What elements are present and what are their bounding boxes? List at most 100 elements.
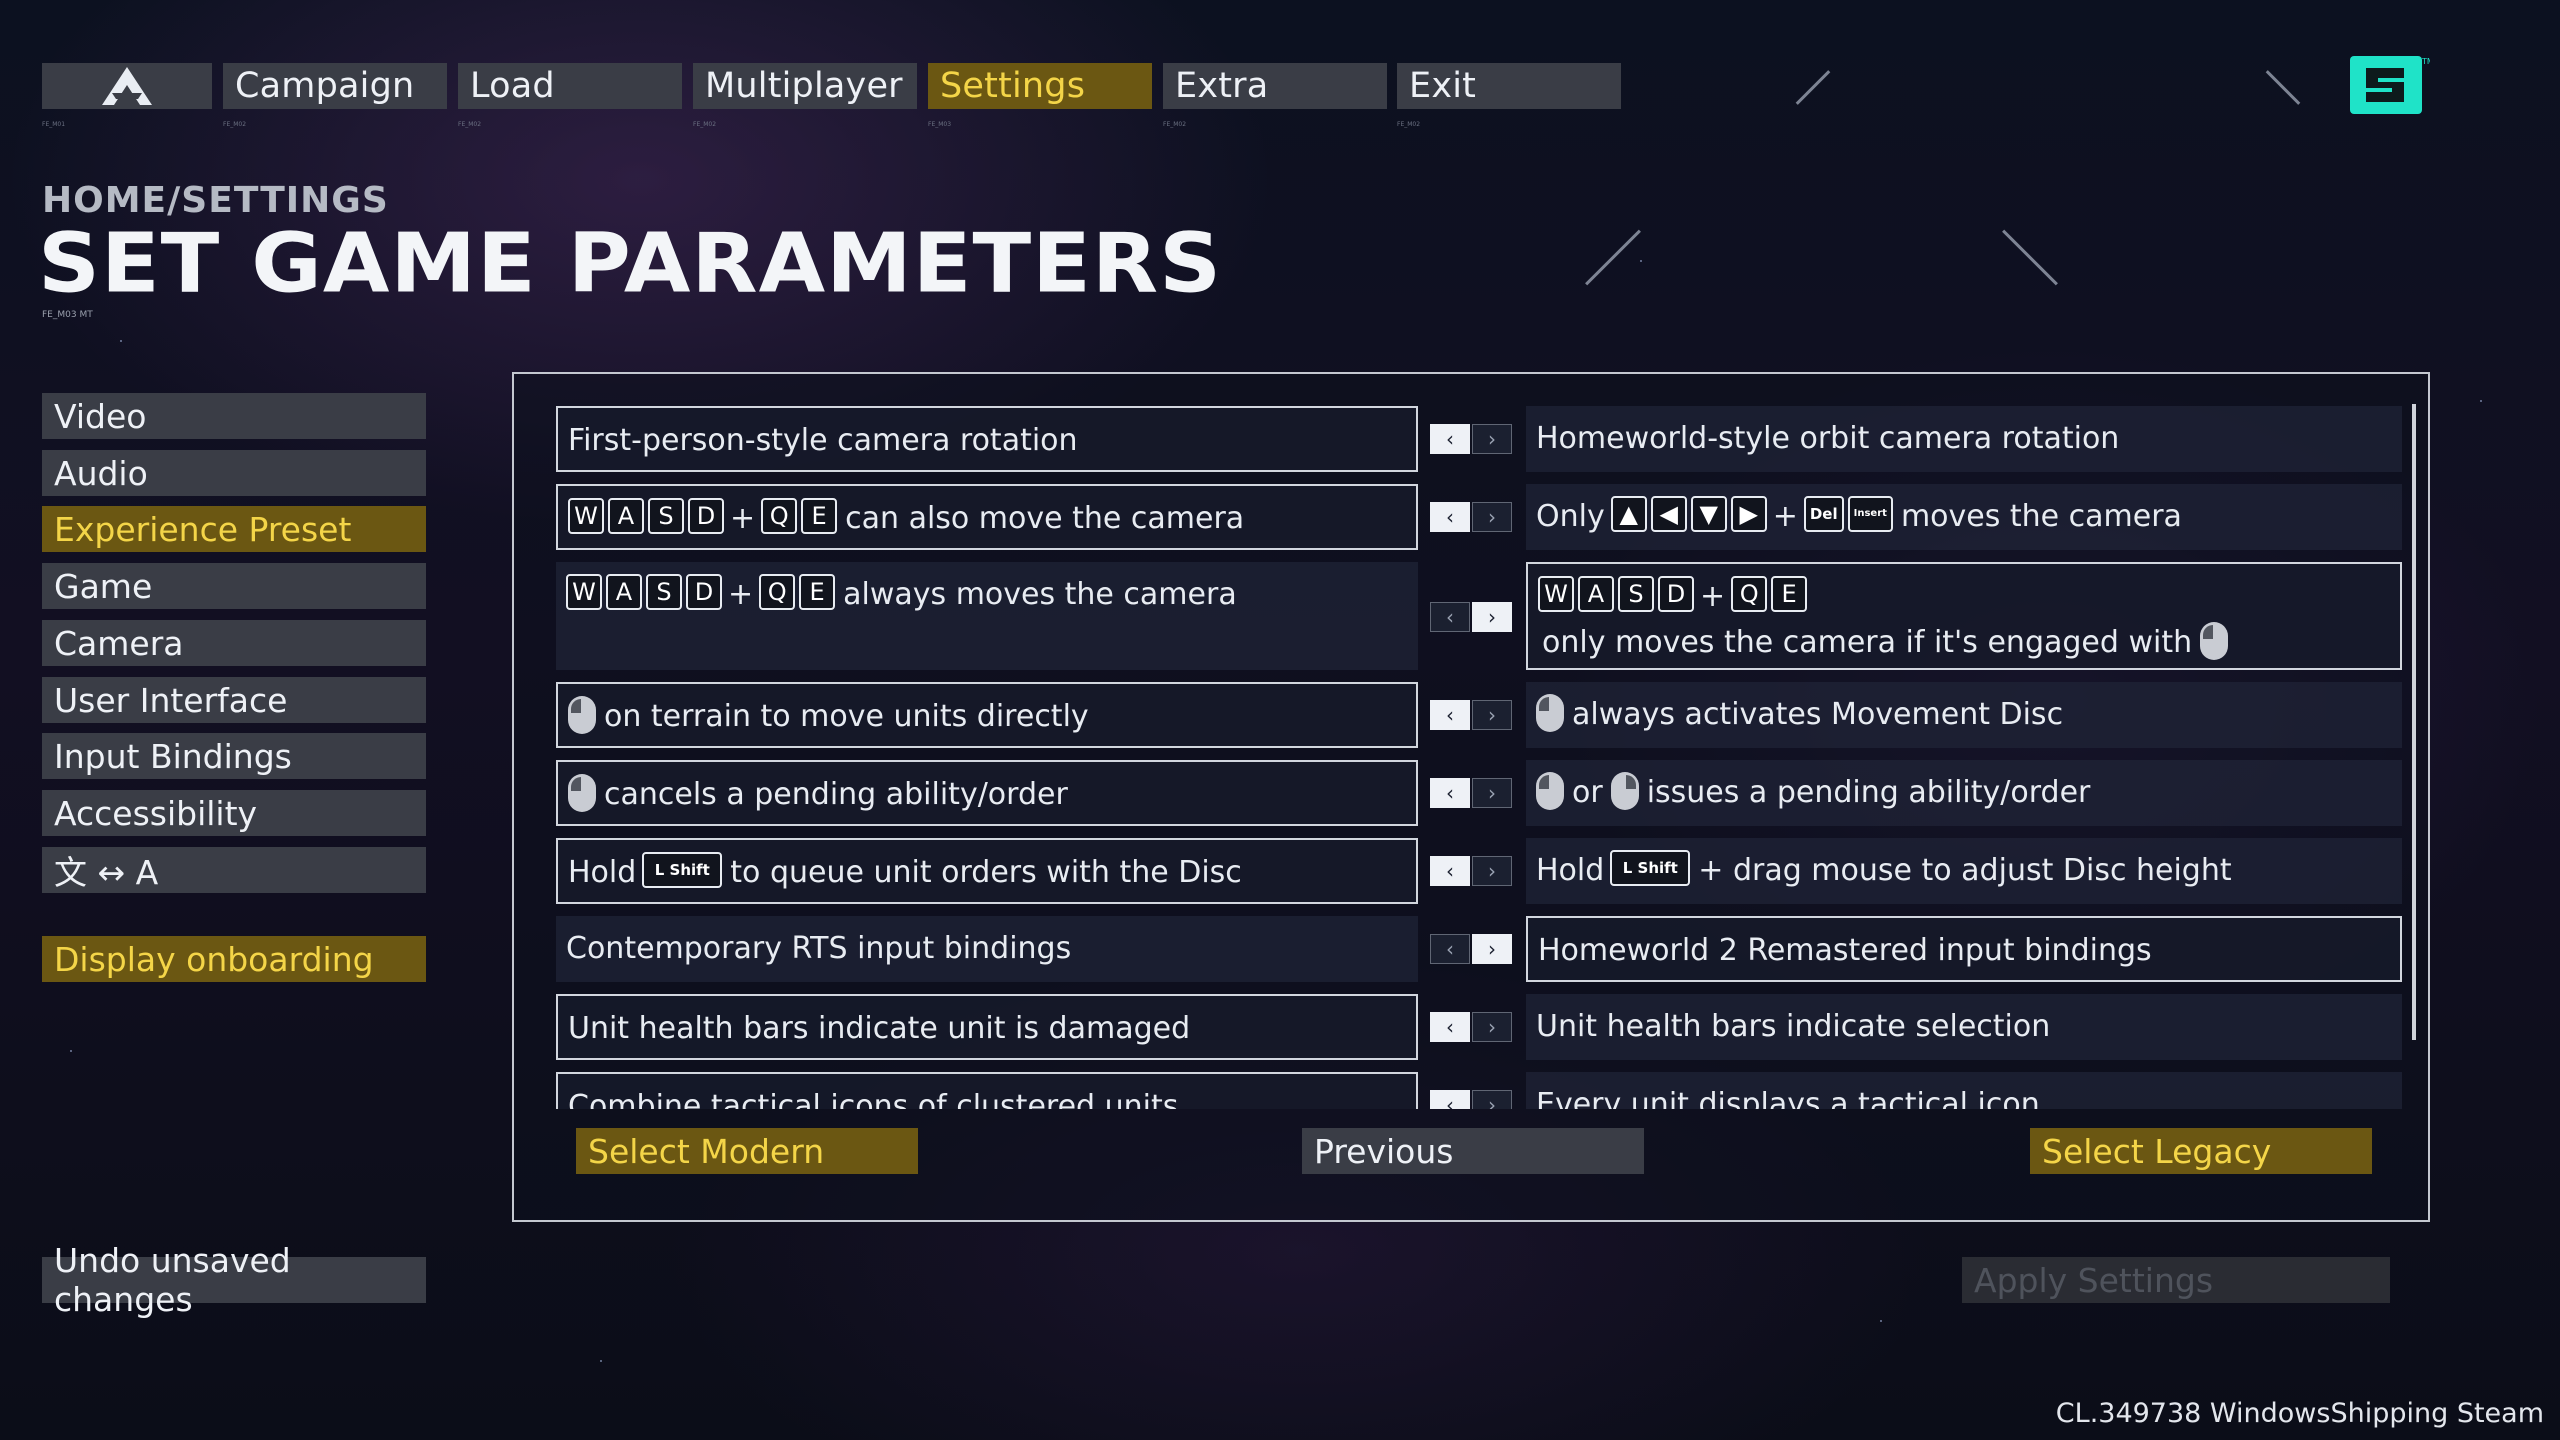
preset-option-left[interactable]: Contemporary RTS input bindings [556, 916, 1418, 982]
sidebar-item-game[interactable]: Game [42, 563, 426, 609]
select-legacy-button[interactable]: Select Legacy [2030, 1128, 2372, 1174]
sidebar-item-video[interactable]: Video [42, 393, 426, 439]
option-conjunction: or [1572, 775, 1603, 810]
preset-option-left[interactable]: Unit health bars indicate unit is damage… [556, 994, 1418, 1060]
sidebar-item-user-interface[interactable]: User Interface [42, 677, 426, 723]
key-s: S [1618, 576, 1654, 612]
preset-option-left[interactable]: on terrain to move units directly [556, 682, 1418, 748]
star [600, 1360, 602, 1362]
chevron-left-icon[interactable]: ‹ [1430, 856, 1470, 886]
chevron-right-icon[interactable]: › [1472, 1090, 1512, 1109]
preset-option-left[interactable]: W A S D + Q E always moves the camera [556, 562, 1418, 670]
breadcrumb: HOME/SETTINGS [42, 180, 389, 221]
preset-option-right[interactable]: Only ▲ ◀ ▼ ▶ + Del Insert moves the came… [1526, 484, 2402, 550]
sidebar-item-experience-preset[interactable]: Experience Preset [42, 506, 426, 552]
key-s: S [648, 498, 684, 534]
key-w: W [566, 574, 602, 610]
option-label: Every unit displays a tactical icon [1536, 1087, 2040, 1109]
sidebar-item-camera[interactable]: Camera [42, 620, 426, 666]
select-modern-button[interactable]: Select Modern [576, 1128, 918, 1174]
star [120, 340, 122, 342]
nav-code: FE_M02 [1397, 121, 1421, 128]
star [70, 1050, 72, 1052]
chevron-left-icon[interactable]: ‹ [1430, 1012, 1470, 1042]
option-label: Unit health bars indicate unit is damage… [568, 1011, 1191, 1046]
preset-toggle[interactable]: ‹ › [1430, 700, 1516, 730]
option-prefix: Hold [1536, 853, 1605, 888]
preset-option-right[interactable]: or issues a pending ability/order [1526, 760, 2402, 826]
sidebar-item-language[interactable]: 文 ↔ A [42, 847, 426, 893]
undo-button[interactable]: Undo unsaved changes [42, 1241, 426, 1319]
preset-option-right[interactable]: Every unit displays a tactical icon [1526, 1072, 2402, 1109]
sidebar-item-accessibility[interactable]: Accessibility [42, 790, 426, 836]
key-q: Q [761, 498, 798, 534]
key-a: A [1578, 576, 1614, 612]
preset-toggle[interactable]: ‹ › [1430, 1012, 1516, 1042]
nav-campaign[interactable]: Campaign [223, 63, 447, 109]
preset-option-right[interactable]: Homeworld-style orbit camera rotation [1526, 406, 2402, 472]
preset-toggle[interactable]: ‹ › [1430, 856, 1516, 886]
key-left-shift: L Shift [642, 852, 723, 888]
preset-toggle[interactable]: ‹ › [1430, 778, 1516, 808]
preset-option-left[interactable]: cancels a pending ability/order [556, 760, 1418, 826]
option-label: always moves the camera [843, 577, 1237, 612]
preset-option-right[interactable]: Unit health bars indicate selection [1526, 994, 2402, 1060]
preset-toggle[interactable]: ‹ › [1430, 602, 1516, 632]
preset-toggle[interactable]: ‹ › [1430, 502, 1516, 532]
nav-load[interactable]: Load [458, 63, 682, 109]
sidebar-item-input-bindings[interactable]: Input Bindings [42, 733, 426, 779]
nav-exit[interactable]: Exit [1397, 63, 1621, 109]
nav-settings[interactable]: Settings [928, 63, 1152, 109]
preset-option-right[interactable]: W A S D + Q E only moves the camera if i… [1526, 562, 2402, 670]
studio-logo-icon: TM [2350, 56, 2430, 114]
preset-option-right[interactable]: always activates Movement Disc [1526, 682, 2402, 748]
mouse-left-click-icon [1536, 772, 1564, 810]
preset-option-left[interactable]: Combine tactical icons of clustered unit… [556, 1072, 1418, 1109]
preset-option-right[interactable]: Homeworld 2 Remastered input bindings [1526, 916, 2402, 982]
preset-option-left[interactable]: First-person-style camera rotation [556, 406, 1418, 472]
scrollbar[interactable] [2412, 404, 2416, 1040]
mouse-left-click-icon [1536, 694, 1564, 732]
display-onboarding-button[interactable]: Display onboarding [42, 936, 426, 982]
key-down-icon: ▼ [1690, 496, 1727, 532]
chevron-left-icon[interactable]: ‹ [1430, 934, 1470, 964]
preset-toggle[interactable]: ‹ › [1430, 934, 1516, 964]
plus-sign: + [1772, 499, 1798, 534]
chevron-left-icon[interactable]: ‹ [1430, 778, 1470, 808]
chevron-right-icon[interactable]: › [1472, 778, 1512, 808]
preset-option-left[interactable]: W A S D + Q E can also move the camera [556, 484, 1418, 550]
chevron-right-icon[interactable]: › [1472, 502, 1512, 532]
chevron-right-icon[interactable]: › [1472, 934, 1512, 964]
decor-slash [2002, 229, 2058, 286]
preset-toggle[interactable]: ‹ › [1430, 424, 1516, 454]
option-label: Homeworld-style orbit camera rotation [1536, 421, 2120, 456]
chevron-left-icon[interactable]: ‹ [1430, 424, 1470, 454]
chevron-right-icon[interactable]: › [1472, 424, 1512, 454]
home-logo-button[interactable] [42, 63, 212, 109]
preset-option-left[interactable]: Hold L Shift to queue unit orders with t… [556, 838, 1418, 904]
key-left-icon: ◀ [1650, 496, 1687, 532]
preset-toggle[interactable]: ‹ › [1430, 1090, 1516, 1109]
decor-slash [2265, 70, 2301, 105]
chevron-right-icon[interactable]: › [1472, 700, 1512, 730]
chevron-left-icon[interactable]: ‹ [1430, 602, 1470, 632]
chevron-left-icon[interactable]: ‹ [1430, 700, 1470, 730]
nav-code: FE_M02 [223, 121, 247, 128]
nav-extra[interactable]: Extra [1163, 63, 1387, 109]
preset-option-right[interactable]: Hold L Shift + drag mouse to adjust Disc… [1526, 838, 2402, 904]
key-d: D [1658, 576, 1694, 612]
chevron-right-icon[interactable]: › [1472, 1012, 1512, 1042]
chevron-right-icon[interactable]: › [1472, 602, 1512, 632]
sidebar-item-audio[interactable]: Audio [42, 450, 426, 496]
key-e: E [1771, 576, 1808, 612]
chevron-left-icon[interactable]: ‹ [1430, 1090, 1470, 1109]
chevron-left-icon[interactable]: ‹ [1430, 502, 1470, 532]
nav-multiplayer[interactable]: Multiplayer [693, 63, 917, 109]
nav-code: FE_M02 [458, 121, 482, 128]
preset-list: First-person-style camera rotation ‹ › H… [514, 374, 2428, 1109]
key-del: Del [1803, 496, 1844, 532]
previous-button[interactable]: Previous [1302, 1128, 1644, 1174]
chevron-right-icon[interactable]: › [1472, 856, 1512, 886]
key-a: A [608, 498, 644, 534]
apply-settings-button[interactable]: Apply Settings [1962, 1257, 2390, 1303]
